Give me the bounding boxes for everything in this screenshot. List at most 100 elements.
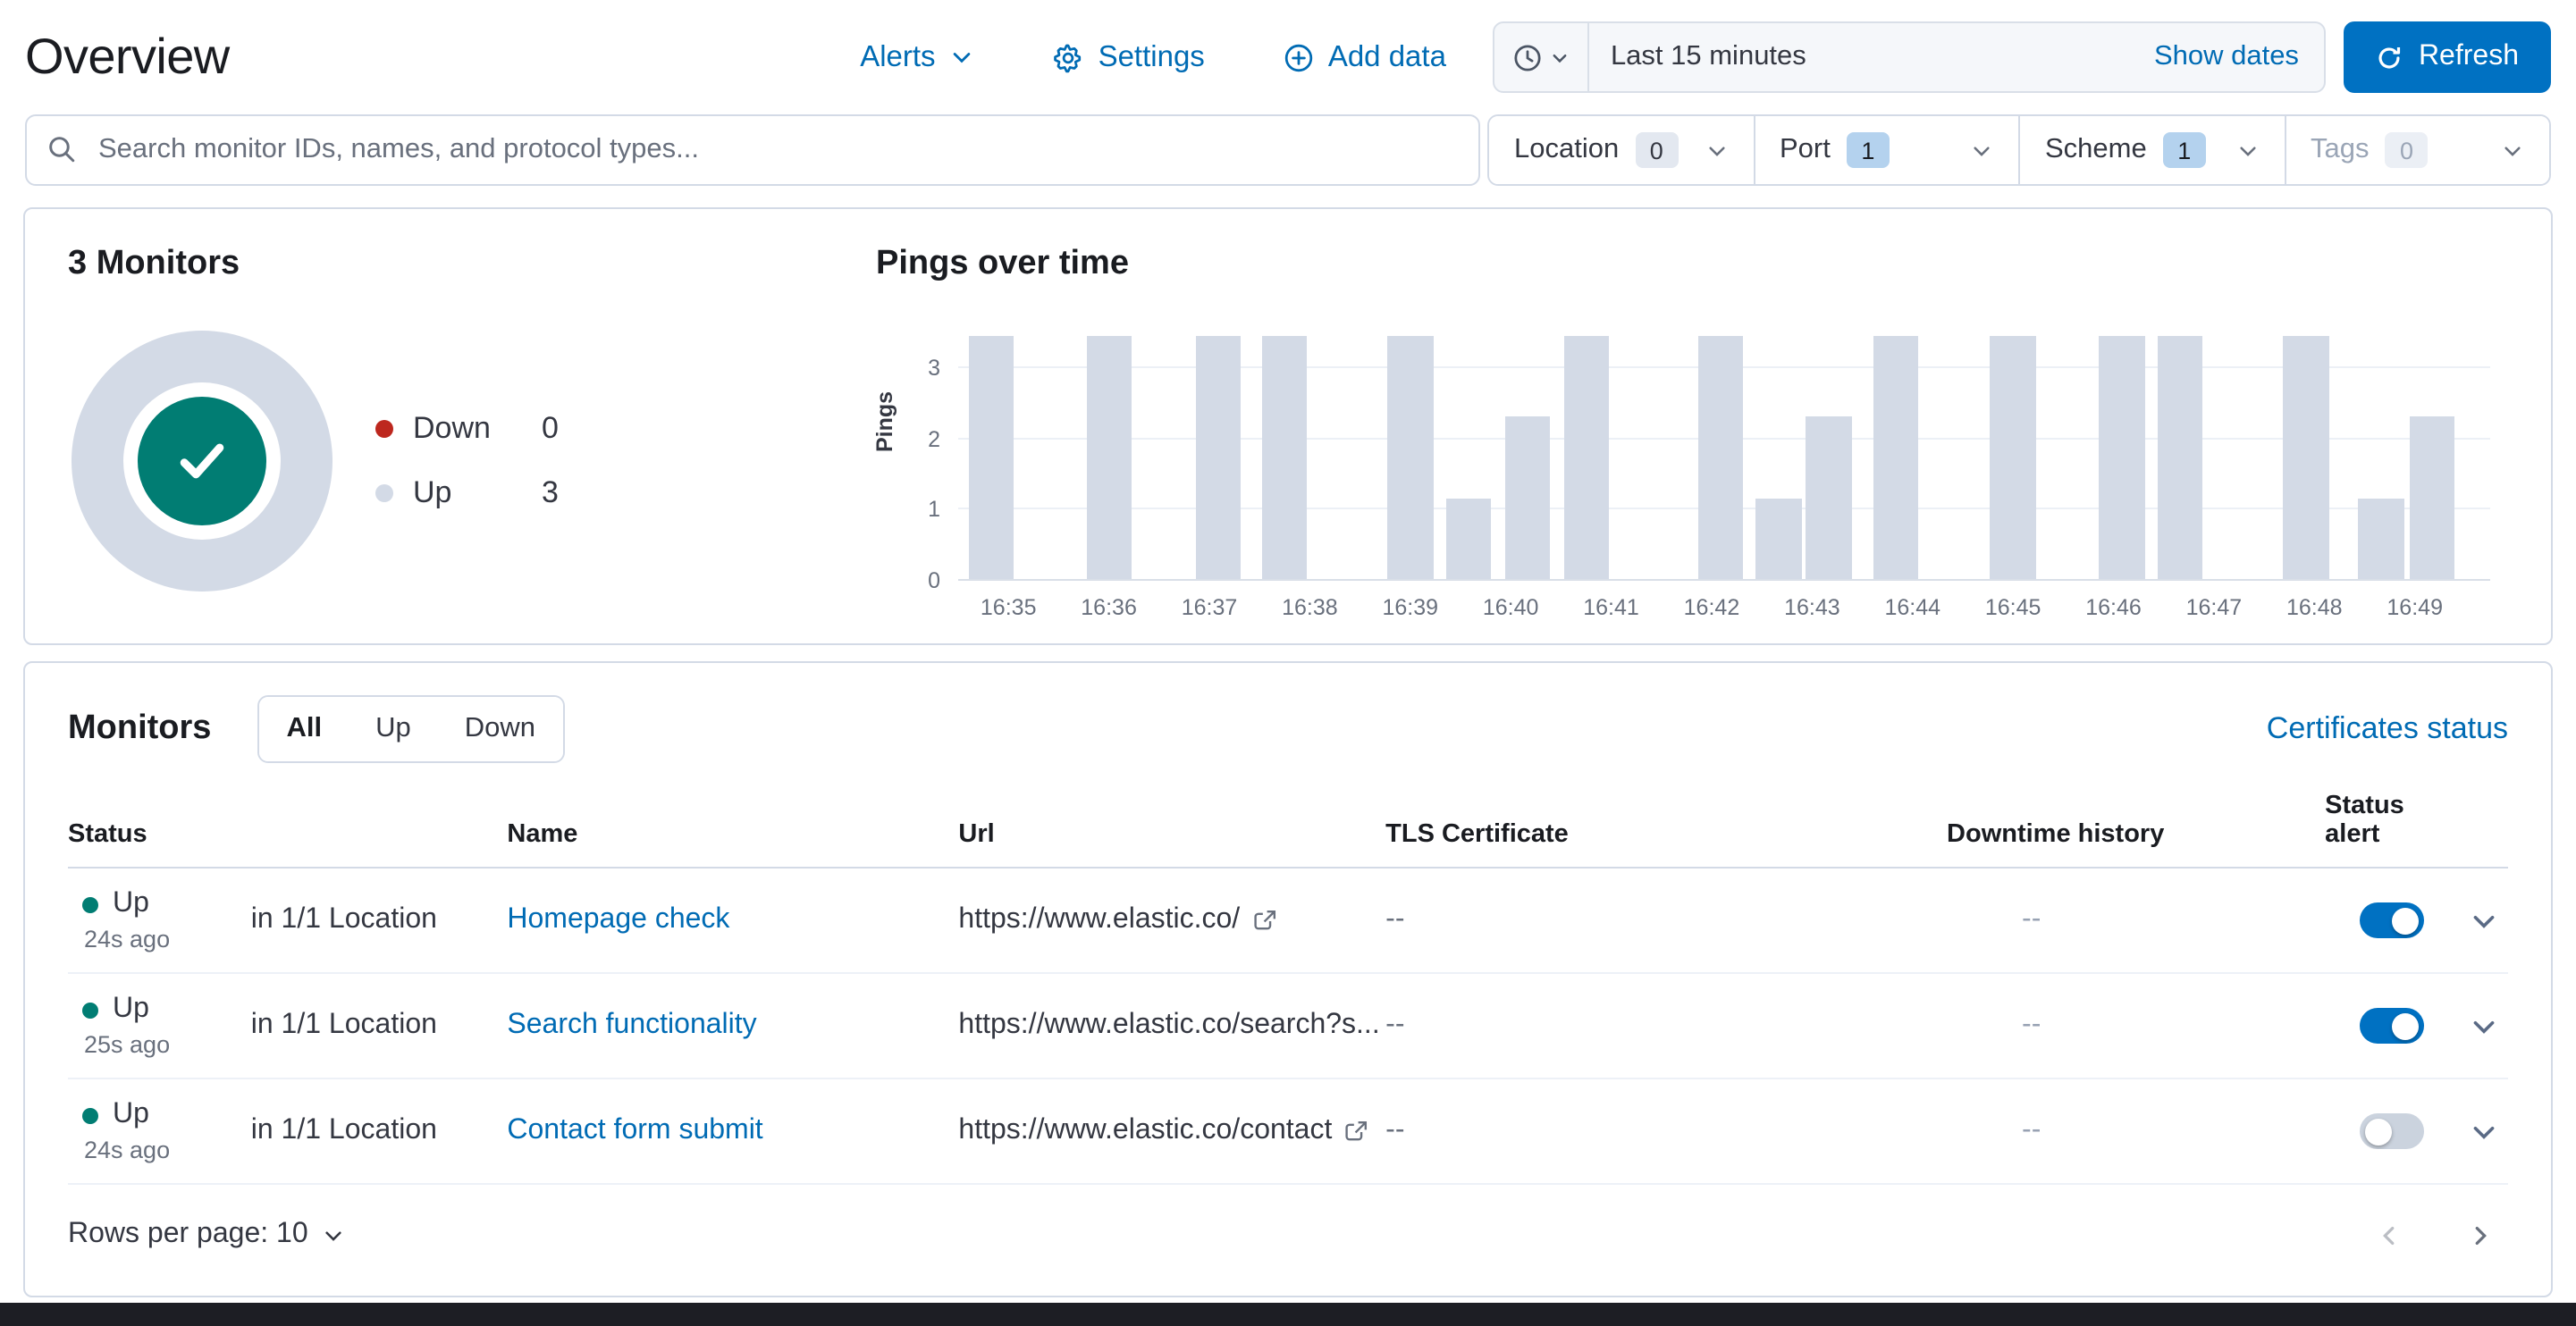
tls-certificate-value: -- xyxy=(1385,1115,1405,1146)
filter-label: Tags xyxy=(2311,134,2370,164)
x-tick-label: 16:35 xyxy=(980,595,1037,620)
last-check-time: 24s ago xyxy=(84,1137,171,1163)
ping-bar xyxy=(1697,336,1743,579)
filter-label: Location xyxy=(1514,134,1620,164)
status-alert-toggle[interactable] xyxy=(2360,1008,2425,1044)
x-tick-label: 16:43 xyxy=(1784,595,1840,620)
column-header-name: Name xyxy=(507,820,578,849)
status-up-dot xyxy=(82,1002,98,1018)
legend-value: 0 xyxy=(542,411,559,445)
expand-row-chevron[interactable] xyxy=(2469,1116,2499,1146)
snapshot-legend: Down 0 Up 3 xyxy=(375,411,559,511)
ping-bar xyxy=(1446,498,1492,579)
search-icon xyxy=(46,134,77,173)
search-box xyxy=(25,114,1480,186)
monitor-name-link[interactable]: Search functionality xyxy=(507,1010,756,1040)
y-tick-label: 0 xyxy=(928,568,940,593)
ping-bar xyxy=(1086,336,1132,579)
show-dates-link[interactable]: Show dates xyxy=(2154,41,2324,73)
pings-chart: Pings 0 1 2 3 16:35 16:36 16:37 16:38 16:39 16:40… xyxy=(872,336,2508,627)
x-tick-label: 16:44 xyxy=(1884,595,1940,620)
next-page-button[interactable] xyxy=(2467,1221,2494,1248)
x-tick-label: 16:41 xyxy=(1583,595,1639,620)
status-alert-toggle[interactable] xyxy=(2360,1113,2425,1149)
monitor-name-link[interactable]: Homepage check xyxy=(507,904,729,935)
status-text: Up xyxy=(113,1099,149,1129)
ping-bar xyxy=(1806,416,1852,579)
ping-bar xyxy=(1755,498,1802,579)
legend-label: Down xyxy=(413,411,491,445)
filter-port[interactable]: Port 1 xyxy=(1755,116,2020,184)
ping-bar xyxy=(1504,416,1551,579)
tab-down[interactable]: Down xyxy=(437,697,562,761)
tab-up[interactable]: Up xyxy=(349,697,438,761)
time-range-display[interactable]: Last 15 minutes xyxy=(1589,23,2154,91)
column-header-status-alert: Status alert xyxy=(2325,792,2404,849)
add-data-label: Add data xyxy=(1327,40,1446,72)
snapshot-title: 3 Monitors xyxy=(68,245,240,282)
refresh-label: Refresh xyxy=(2418,41,2519,71)
monitor-url-link[interactable]: https://www.elastic.co/search?s... xyxy=(958,1010,1385,1042)
column-header-url: Url xyxy=(958,820,995,849)
ping-bar xyxy=(2099,336,2145,579)
url-text: https://www.elastic.co/ xyxy=(958,904,1241,935)
monitor-status: Up 24s ago xyxy=(68,1099,251,1163)
pings-chart-title: Pings over time xyxy=(876,245,1129,282)
time-range-value: Last 15 minutes xyxy=(1610,41,1806,71)
y-tick-label: 3 xyxy=(928,356,940,382)
settings-link[interactable]: Settings xyxy=(1054,40,1205,74)
table-row: Up 25s ago in 1/1 Location Search functiona… xyxy=(68,974,2508,1079)
legend-dot xyxy=(375,420,393,438)
alerts-label: Alerts xyxy=(860,40,936,72)
legend-item-down: Down 0 xyxy=(375,411,559,447)
chevron-down-icon xyxy=(1705,138,1728,162)
plus-in-circle-icon xyxy=(1284,42,1314,72)
monitor-filter-tabs: All Up Down xyxy=(257,695,564,763)
clock-icon xyxy=(1512,42,1543,72)
ping-bar xyxy=(1873,336,1919,579)
monitor-url-link[interactable]: https://www.elastic.co/contact xyxy=(958,1115,1385,1147)
external-link-icon xyxy=(1252,909,1275,932)
monitor-location: in 1/1 Location xyxy=(250,1115,437,1146)
filter-location[interactable]: Location 0 xyxy=(1489,116,1755,184)
x-tick-label: 16:46 xyxy=(2085,595,2142,620)
y-tick-label: 2 xyxy=(928,426,940,452)
rows-per-page-label: Rows per page: 10 xyxy=(68,1219,308,1249)
x-tick-label: 16:48 xyxy=(2286,595,2343,620)
search-input[interactable] xyxy=(25,114,1480,186)
filter-label: Port xyxy=(1780,134,1831,164)
monitor-url-link[interactable]: https://www.elastic.co/ xyxy=(958,904,1385,936)
previous-page-button[interactable] xyxy=(2376,1221,2403,1248)
status-alert-toggle[interactable] xyxy=(2360,902,2425,938)
expand-row-chevron[interactable] xyxy=(2469,905,2499,936)
tab-all[interactable]: All xyxy=(259,697,349,761)
monitor-location: in 1/1 Location xyxy=(250,904,437,935)
alerts-menu-button[interactable]: Alerts xyxy=(860,40,974,74)
chevron-down-icon xyxy=(950,45,975,70)
monitor-name-link[interactable]: Contact form submit xyxy=(507,1115,762,1146)
chevron-down-icon xyxy=(1550,47,1570,67)
url-text: https://www.elastic.co/contact xyxy=(958,1115,1333,1146)
certificates-status-link[interactable]: Certificates status xyxy=(2267,711,2508,747)
add-data-link[interactable]: Add data xyxy=(1284,40,1446,74)
expand-row-chevron[interactable] xyxy=(2469,1011,2499,1041)
downtime-history-value: -- xyxy=(2022,1115,2041,1146)
refresh-button[interactable]: Refresh xyxy=(2343,21,2551,93)
refresh-icon xyxy=(2376,44,2403,71)
filter-group: Location 0 Port 1 Scheme 1 Tags 0 xyxy=(1487,114,2551,186)
filter-count-badge: 1 xyxy=(1846,132,1890,168)
ping-bar xyxy=(1387,336,1434,579)
external-link-icon xyxy=(1344,1120,1368,1143)
chevron-down-icon xyxy=(2501,138,2524,162)
all-up-status-badge xyxy=(138,397,266,525)
downtime-history-value: -- xyxy=(2022,904,2041,935)
filter-scheme[interactable]: Scheme 1 xyxy=(2020,116,2286,184)
url-text: https://www.elastic.co/search?s... xyxy=(958,1010,1380,1040)
filter-tags[interactable]: Tags 0 xyxy=(2286,116,2549,184)
rows-per-page-button[interactable]: Rows per page: 10 xyxy=(68,1219,346,1251)
filter-row: Location 0 Port 1 Scheme 1 Tags 0 xyxy=(0,114,2576,186)
snapshot-section: 3 Monitors Down 0 Up 3 xyxy=(68,245,837,618)
time-quick-select-button[interactable] xyxy=(1494,23,1589,91)
ping-bar xyxy=(1563,336,1609,579)
ping-bar xyxy=(2283,336,2329,579)
